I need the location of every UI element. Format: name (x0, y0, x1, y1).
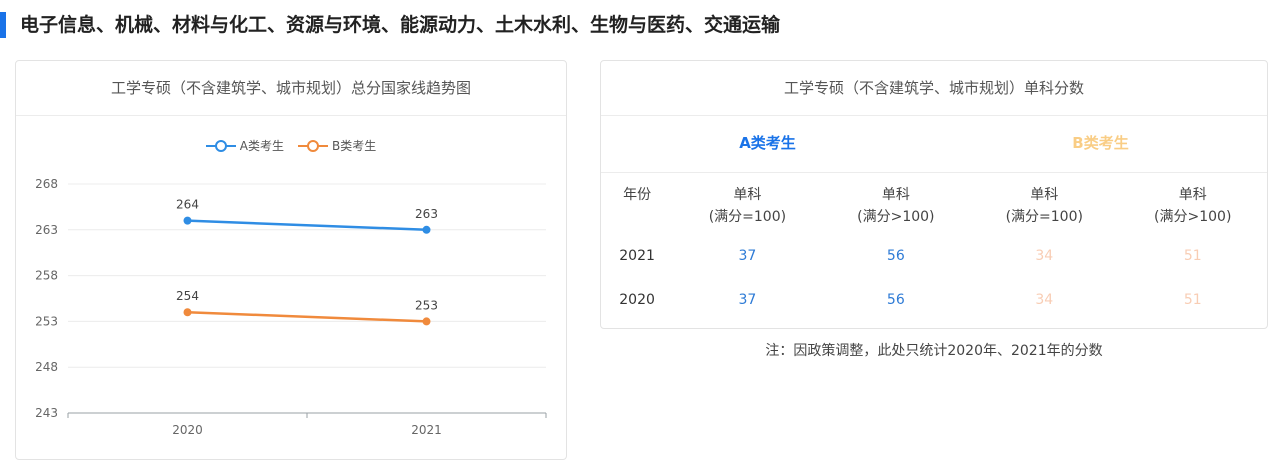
data-point (422, 225, 431, 234)
data-label: 253 (415, 298, 438, 312)
col-header-b-gt100: 单科 (满分>100) (1154, 187, 1232, 225)
y-tick-label: 243 (35, 406, 58, 420)
col-header-b-100: 单科 (满分=100) (1005, 187, 1083, 225)
data-point (183, 216, 192, 225)
cell-score: 51 (1183, 292, 1202, 308)
tab-a-candidates[interactable]: A类考生 (601, 115, 934, 172)
category-tabs: A类考生 B类考生 (601, 115, 1267, 173)
x-tick-label: 2021 (411, 423, 442, 437)
cell-year: 2020 (619, 292, 655, 308)
cell-score: 56 (886, 248, 905, 264)
score-table: 年份 单科 (满分=100) 单科 (满分>100) 单科 (满分=100) 单科 (满… (601, 172, 1267, 322)
y-tick-label: 268 (35, 177, 58, 191)
cell-score: 37 (738, 292, 757, 308)
col-header-a-100: 单科 (满分=100) (708, 187, 787, 225)
col-header-a-gt100: 单科 (满分>100) (857, 187, 935, 225)
table-row: 2021 37 56 34 51 (601, 234, 1267, 278)
data-label: 254 (176, 289, 199, 303)
series-line-a (187, 219, 427, 232)
trend-chart-card: 工学专硕（不含建筑学、城市规划）总分国家线趋势图 A类考生 B类考生 243 24… (15, 60, 567, 460)
data-label: 264 (176, 198, 199, 212)
cell-score: 37 (738, 248, 757, 264)
data-point (183, 308, 192, 317)
x-tick-label: 2020 (172, 423, 203, 437)
page-heading: 电子信息、机械、材料与化工、资源与环境、能源动力、土木水利、生物与医药、交通运输 (20, 14, 781, 36)
heading-accent-bar (0, 12, 6, 38)
data-point (422, 317, 431, 326)
cell-score: 34 (1035, 248, 1054, 264)
cell-score: 34 (1035, 292, 1054, 308)
y-tick-label: 253 (35, 314, 58, 328)
series-line-b (187, 310, 427, 323)
footnote: 注：因政策调整，此处只统计2020年、2021年的分数 (765, 343, 1103, 359)
table-row: 2020 37 56 34 51 (601, 278, 1267, 322)
single-subject-card: 工学专硕（不含建筑学、城市规划）单科分数 A类考生 B类考生 年份 单科 (满分=… (600, 60, 1268, 329)
tab-b-candidates[interactable]: B类考生 (934, 115, 1267, 172)
y-tick-label: 258 (35, 269, 58, 283)
cell-score: 56 (886, 292, 905, 308)
y-tick-label: 263 (35, 223, 58, 237)
line-chart: 243 248 253 258 263 268 2020 2021 264 263 254 253 (35, 177, 547, 437)
table-title: 工学专硕（不含建筑学、城市规划）单科分数 (601, 61, 1267, 116)
cell-year: 2021 (619, 248, 655, 264)
col-header-year: 年份 (623, 187, 652, 203)
table-header-row: 年份 单科 (满分=100) 单科 (满分>100) 单科 (满分=100) 单科 (满… (601, 172, 1267, 234)
cell-score: 51 (1183, 248, 1202, 264)
y-tick-label: 248 (35, 360, 58, 374)
data-label: 263 (415, 207, 438, 221)
